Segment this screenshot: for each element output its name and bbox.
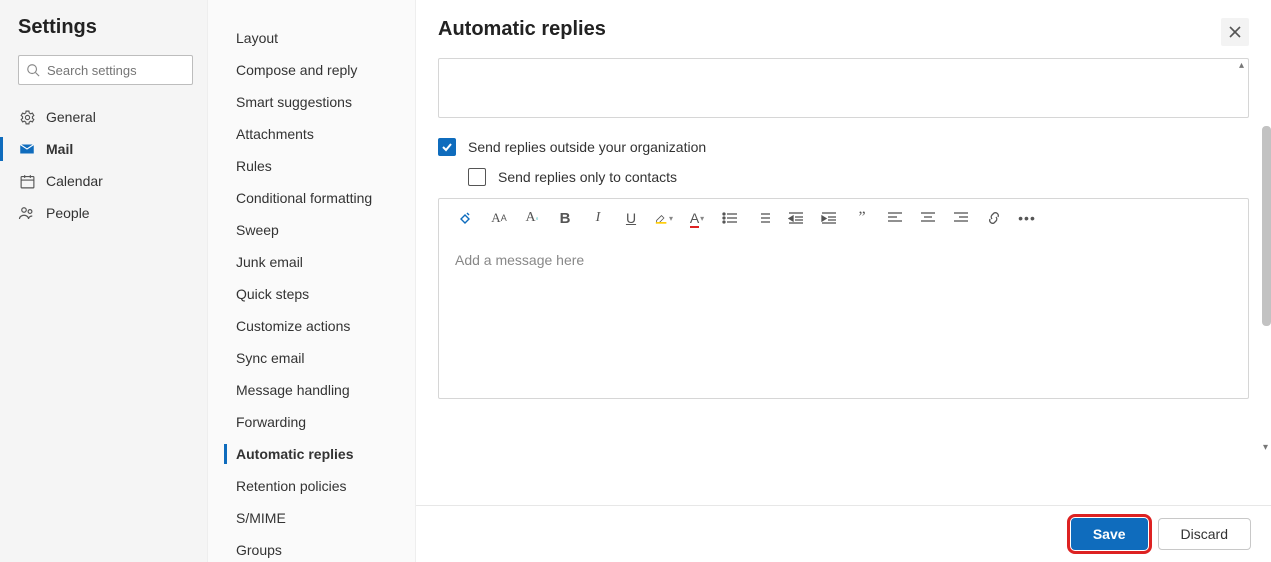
numbered-list-icon[interactable]	[754, 209, 772, 227]
sub-groups[interactable]: Groups	[208, 534, 415, 562]
nav-people[interactable]: People	[18, 197, 193, 229]
bullet-list-icon[interactable]	[721, 209, 739, 227]
nav-calendar-label: Calendar	[46, 173, 103, 189]
nav-general[interactable]: General	[18, 101, 193, 133]
align-center-icon[interactable]	[919, 209, 937, 227]
sub-layout[interactable]: Layout	[208, 22, 415, 54]
mail-icon	[18, 140, 36, 158]
save-button[interactable]: Save	[1071, 518, 1148, 550]
scrollbar-thumb[interactable]	[1262, 126, 1271, 326]
checkbox-contacts-label: Send replies only to contacts	[498, 169, 677, 185]
nav-mail[interactable]: Mail	[18, 133, 193, 165]
close-button[interactable]	[1221, 18, 1249, 46]
font-family-icon[interactable]: AA	[490, 209, 508, 227]
highlight-icon[interactable]: ▾	[655, 209, 673, 227]
sub-customize[interactable]: Customize actions	[208, 310, 415, 342]
page-title: Automatic replies	[438, 18, 606, 41]
main-panel: Automatic replies ▴ Send replies outside…	[416, 0, 1271, 562]
check-icon	[441, 141, 453, 153]
settings-title: Settings	[18, 16, 193, 39]
indent-icon[interactable]	[820, 209, 838, 227]
checkbox-outside[interactable]	[438, 138, 456, 156]
quote-icon[interactable]: ”	[853, 209, 871, 227]
sub-smime[interactable]: S/MIME	[208, 502, 415, 534]
nav-people-label: People	[46, 205, 90, 221]
sub-handling[interactable]: Message handling	[208, 374, 415, 406]
paint-format-icon[interactable]	[457, 209, 475, 227]
settings-sidebar: Settings General Mail Calendar People	[0, 0, 208, 562]
sub-quicksteps[interactable]: Quick steps	[208, 278, 415, 310]
search-input[interactable]	[18, 55, 193, 85]
nav-calendar[interactable]: Calendar	[18, 165, 193, 197]
sub-attachments[interactable]: Attachments	[208, 118, 415, 150]
editor-placeholder: Add a message here	[455, 252, 584, 268]
editor-toolbar: AA A◦ B I U ▾ A▾ ” •••	[439, 199, 1248, 238]
sub-autoreplies[interactable]: Automatic replies	[208, 438, 415, 470]
underline-icon[interactable]: U	[622, 209, 640, 227]
external-reply-editor: AA A◦ B I U ▾ A▾ ” ••• Add a message her…	[438, 198, 1249, 399]
more-icon[interactable]: •••	[1018, 209, 1036, 227]
checkbox-contacts[interactable]	[468, 168, 486, 186]
gear-icon	[18, 108, 36, 126]
align-right-icon[interactable]	[952, 209, 970, 227]
scroll-down-icon[interactable]: ▾	[1263, 442, 1268, 453]
sub-sweep[interactable]: Sweep	[208, 214, 415, 246]
editor-textarea[interactable]: Add a message here	[439, 238, 1248, 398]
scrollbar[interactable]: ▾	[1262, 126, 1271, 439]
checkbox-row-outside: Send replies outside your organization	[438, 138, 1249, 156]
nav-mail-label: Mail	[46, 141, 73, 157]
footer: Save Discard	[416, 505, 1271, 562]
search-icon	[26, 63, 40, 77]
checkbox-outside-label: Send replies outside your organization	[468, 139, 706, 155]
sub-compose[interactable]: Compose and reply	[208, 54, 415, 86]
discard-button[interactable]: Discard	[1158, 518, 1251, 550]
bold-icon[interactable]: B	[556, 209, 574, 227]
internal-reply-editor-bottom[interactable]: ▴	[438, 58, 1249, 118]
nav-general-label: General	[46, 109, 96, 125]
people-icon	[18, 204, 36, 222]
sub-sync[interactable]: Sync email	[208, 342, 415, 374]
sub-smart[interactable]: Smart suggestions	[208, 86, 415, 118]
sub-rules[interactable]: Rules	[208, 150, 415, 182]
calendar-icon	[18, 172, 36, 190]
checkbox-row-contacts: Send replies only to contacts	[468, 168, 1249, 186]
close-icon	[1228, 25, 1242, 39]
search-wrap	[18, 55, 193, 85]
content-body: ▴ Send replies outside your organization…	[416, 58, 1271, 505]
font-size-icon[interactable]: A◦	[523, 209, 541, 227]
link-icon[interactable]	[985, 209, 1003, 227]
sub-retention[interactable]: Retention policies	[208, 470, 415, 502]
italic-icon[interactable]: I	[589, 209, 607, 227]
mail-settings-list: Layout Compose and reply Smart suggestio…	[208, 0, 416, 562]
scroll-up-icon[interactable]: ▴	[1239, 61, 1244, 71]
outdent-icon[interactable]	[787, 209, 805, 227]
align-left-icon[interactable]	[886, 209, 904, 227]
sub-junk[interactable]: Junk email	[208, 246, 415, 278]
font-color-icon[interactable]: A▾	[688, 209, 706, 227]
sub-conditional[interactable]: Conditional formatting	[208, 182, 415, 214]
sub-forwarding[interactable]: Forwarding	[208, 406, 415, 438]
main-header: Automatic replies	[416, 0, 1271, 58]
